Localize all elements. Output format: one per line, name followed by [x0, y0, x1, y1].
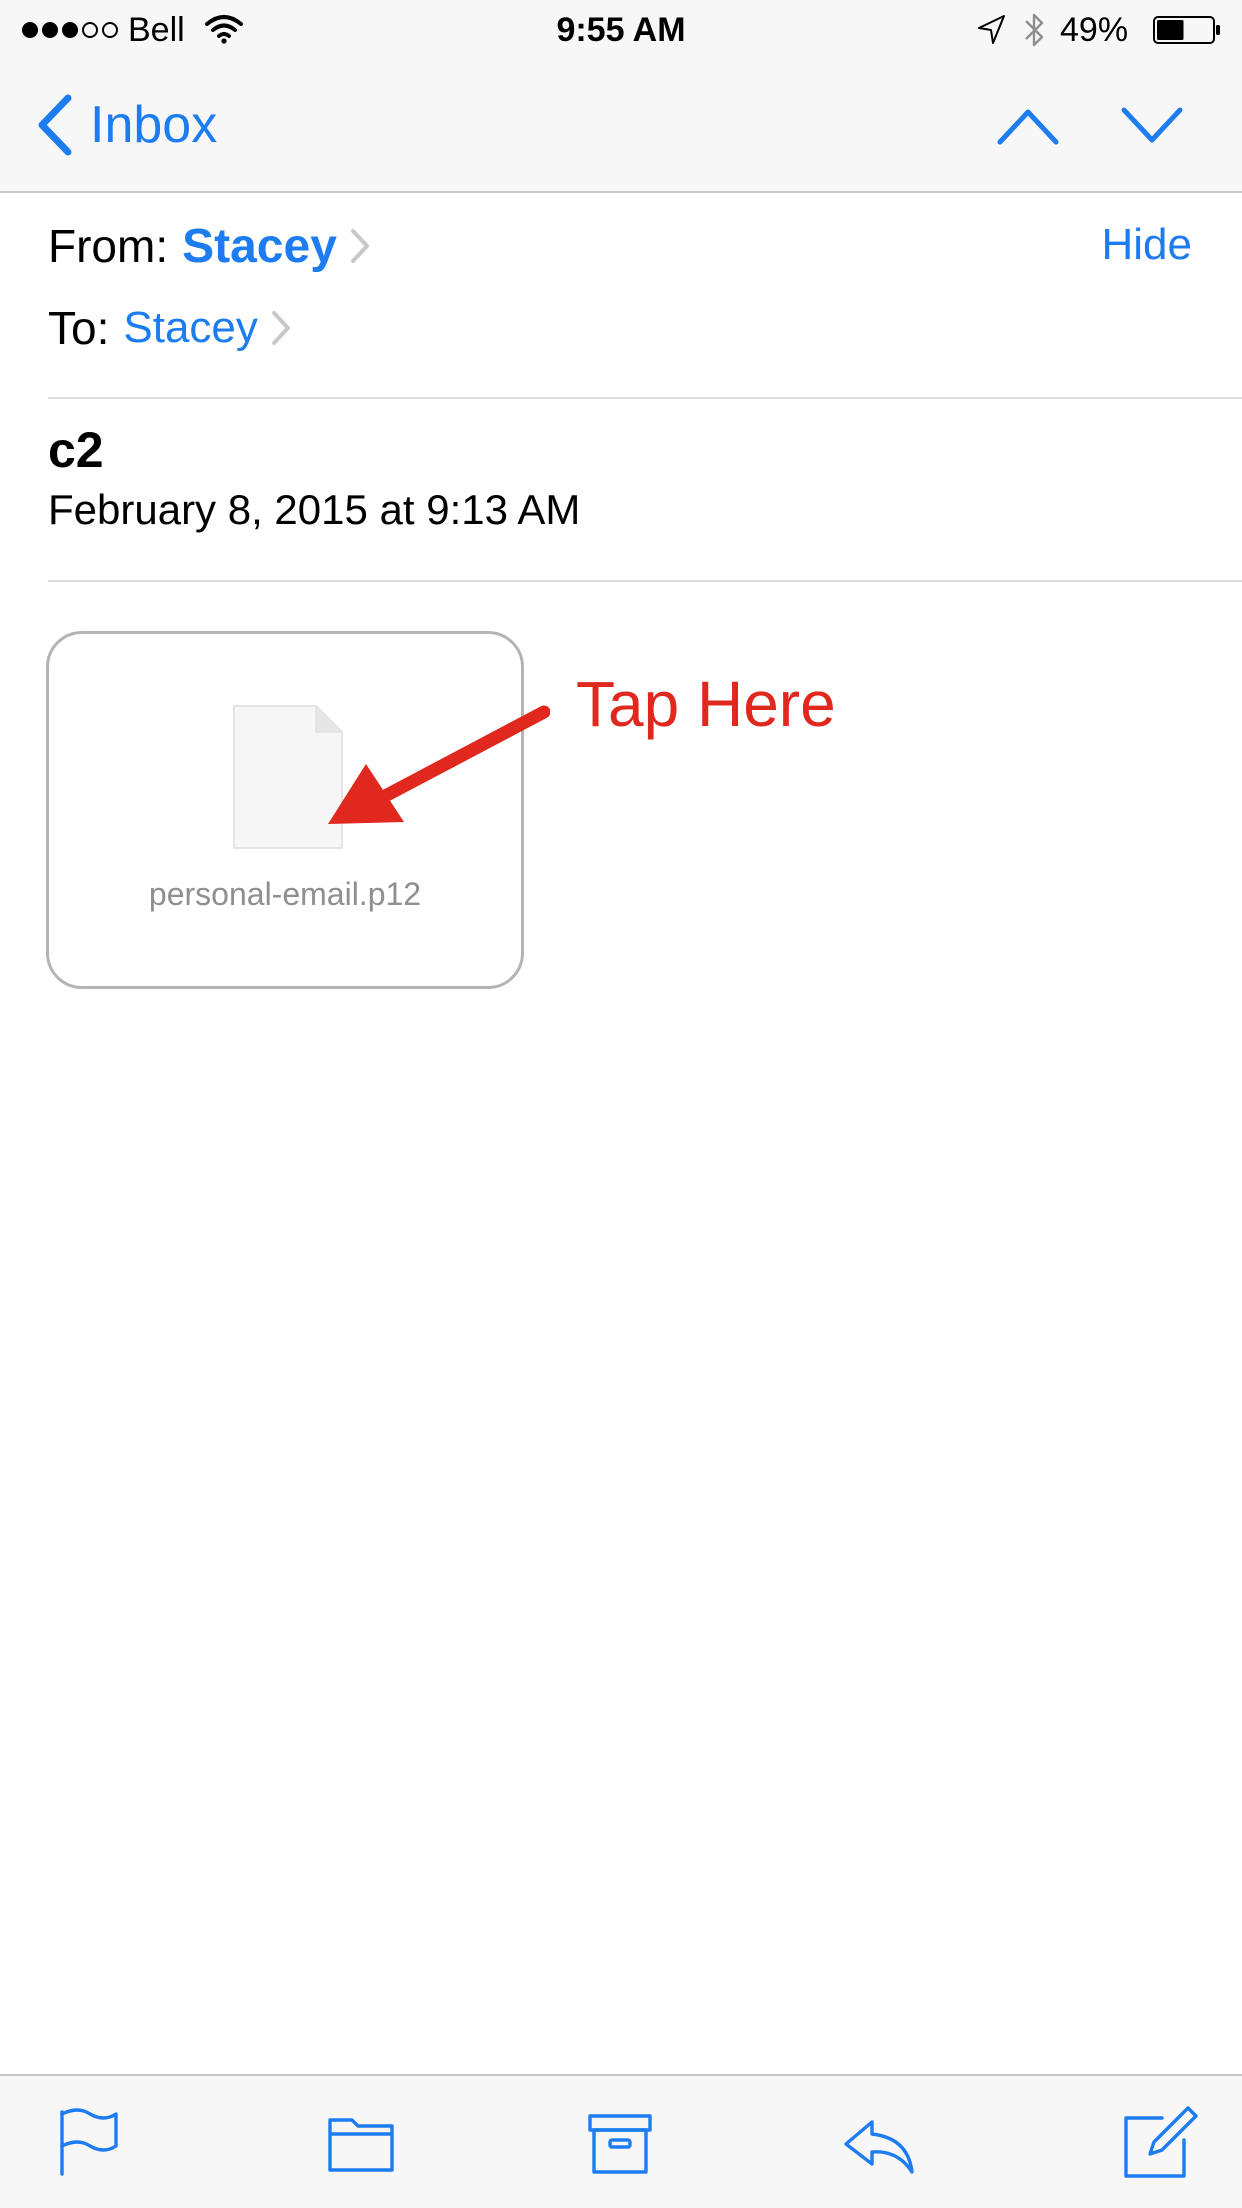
- to-label: To:: [48, 302, 110, 354]
- move-to-folder-button[interactable]: [320, 2102, 400, 2182]
- chevron-right-icon: [271, 311, 290, 345]
- back-button-label: Inbox: [90, 96, 218, 154]
- navigation-bar: Inbox: [0, 60, 1242, 193]
- mail-message-screen: Bell 9:55 AM 49% Inbox From: Stacey Hide…: [0, 0, 1242, 2208]
- archive-icon: [588, 2114, 652, 2174]
- from-label: From:: [48, 220, 169, 272]
- bottom-toolbar: [0, 2074, 1242, 2208]
- chevron-left-icon: [38, 94, 72, 156]
- location-arrow-icon: [978, 15, 1005, 44]
- from-sender-name[interactable]: Stacey: [182, 219, 337, 274]
- chevron-up-icon: [997, 109, 1059, 145]
- attachment-filename: personal-email.p12: [148, 876, 422, 912]
- archive-button[interactable]: [580, 2102, 660, 2182]
- chevron-down-icon: [1121, 107, 1183, 143]
- header-divider: [48, 397, 1242, 399]
- flag-icon: [60, 2108, 118, 2176]
- battery-icon: [1153, 16, 1220, 44]
- reply-icon: [844, 2120, 914, 2174]
- bluetooth-icon: [1025, 13, 1044, 47]
- folder-icon: [328, 2118, 394, 2172]
- subject-divider: [48, 580, 1242, 582]
- to-row: To: Stacey: [48, 298, 292, 358]
- status-time: 9:55 AM: [556, 11, 686, 49]
- status-bar: Bell 9:55 AM 49%: [0, 0, 1242, 60]
- flag-button[interactable]: [50, 2102, 130, 2182]
- battery-percentage: 49%: [1060, 11, 1129, 49]
- compose-icon: [1124, 2106, 1198, 2178]
- chevron-right-icon: [350, 229, 369, 263]
- next-message-button[interactable]: [1118, 98, 1186, 154]
- tap-here-annotation: Tap Here: [576, 668, 836, 740]
- reply-button[interactable]: [838, 2102, 918, 2182]
- previous-message-button[interactable]: [994, 98, 1062, 154]
- hide-details-button[interactable]: Hide: [1102, 220, 1193, 270]
- back-button[interactable]: Inbox: [32, 90, 217, 160]
- from-row: From: Stacey: [48, 214, 371, 278]
- message-date: February 8, 2015 at 9:13 AM: [48, 486, 581, 533]
- compose-button[interactable]: [1118, 2102, 1198, 2182]
- red-arrow-icon: [328, 705, 550, 824]
- to-recipient-name[interactable]: Stacey: [123, 303, 258, 353]
- message-subject: c2: [48, 422, 104, 478]
